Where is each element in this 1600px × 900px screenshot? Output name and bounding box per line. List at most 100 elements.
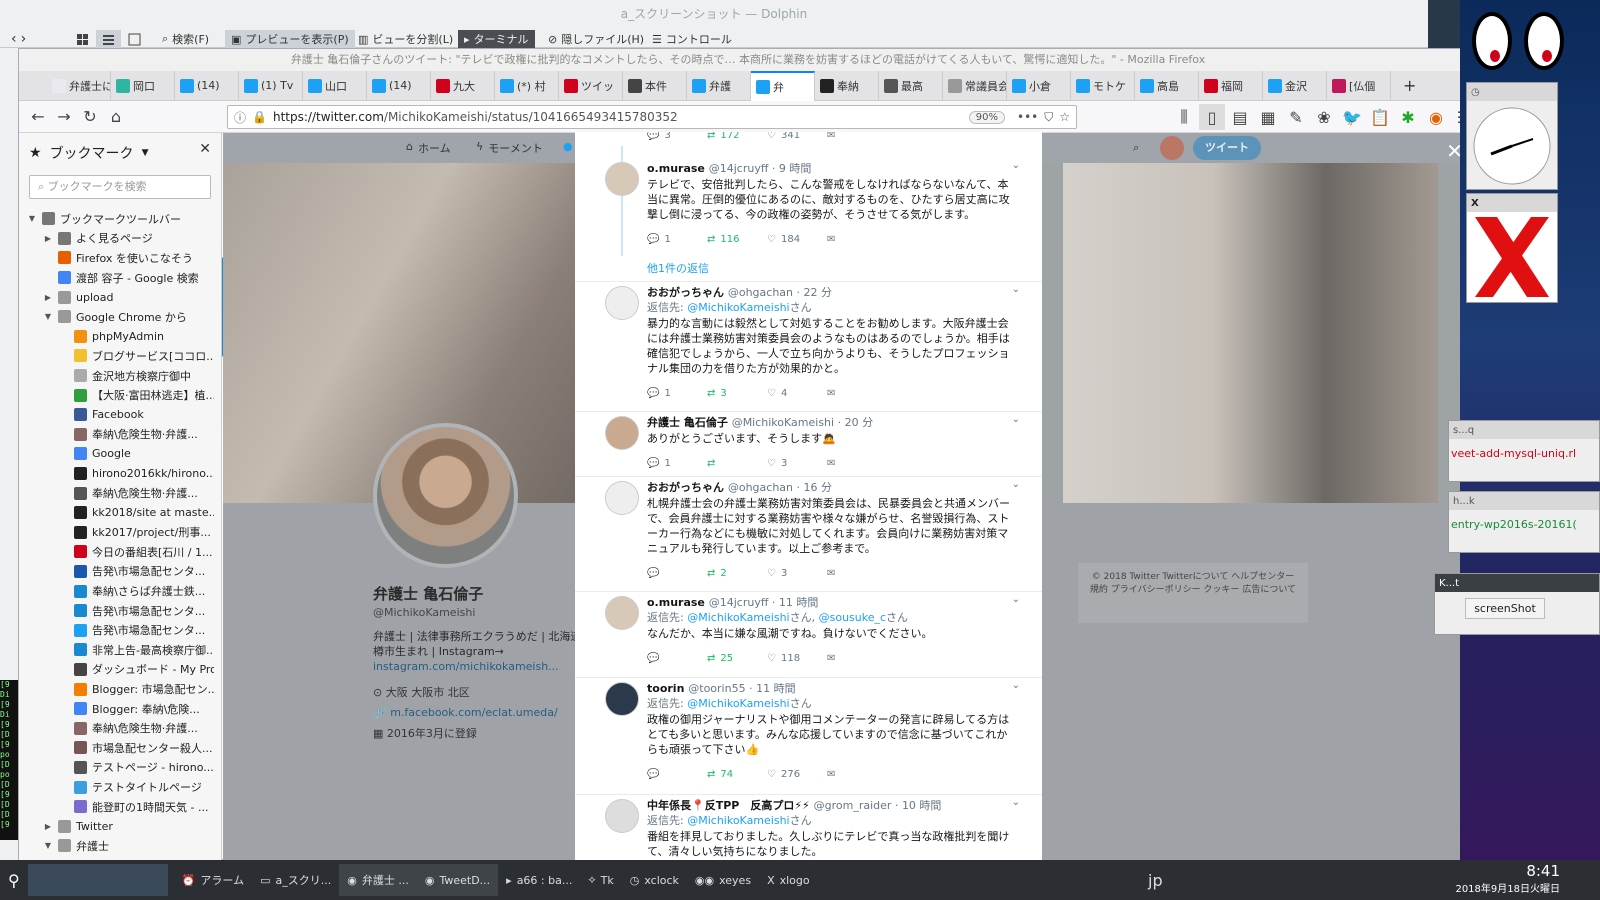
taskbar-item[interactable]: ⟡ Tk	[580, 864, 621, 896]
tweet-author[interactable]: おおがっちゃん @ohgachan · 22 分	[647, 284, 832, 300]
bookmark-item[interactable]: ブログサービス[ココロ...	[19, 346, 214, 366]
tweet-avatar[interactable]	[605, 596, 639, 630]
control-button[interactable]: ☰ コントロール	[646, 30, 738, 48]
tweet-avatar[interactable]	[605, 162, 639, 196]
reply-action[interactable]: 💬	[647, 769, 707, 780]
bookmark-item[interactable]: ▼ ブックマークツールバー	[19, 209, 214, 229]
evernote-icon[interactable]: ❀	[1311, 104, 1337, 130]
xlogo-window[interactable]: X	[1466, 193, 1558, 303]
bookmark-item[interactable]: Google	[19, 444, 214, 464]
bookmark-item[interactable]: hirono2016kk/hirono...	[19, 464, 214, 484]
bookmark-item[interactable]: 告発\市場急配センタ...	[19, 601, 214, 621]
reload-button[interactable]: ↻	[77, 104, 103, 130]
chevron-down-icon[interactable]: ⌄	[1012, 797, 1020, 808]
browser-tab[interactable]: 金沢	[1263, 70, 1327, 101]
reply-action[interactable]: 💬 3	[647, 132, 707, 141]
split-view-button[interactable]: ▥ ビューを分割(L)	[352, 30, 459, 48]
bookmark-item[interactable]: 奉納\危険生物·弁護...	[19, 483, 214, 503]
library-icon[interactable]: ⫼	[1171, 104, 1197, 130]
sidebar-toggle-icon[interactable]: ▯	[1199, 104, 1225, 130]
browser-tab[interactable]: 奉納	[815, 70, 879, 101]
back-forward-buttons[interactable]: ‹ ›	[5, 30, 32, 48]
sidebar-header[interactable]: ★ ブックマーク ▼	[29, 143, 148, 163]
tweet-author[interactable]: 弁護士 亀石倫子 @MichikoKameishi · 20 分	[647, 414, 873, 430]
chevron-down-icon[interactable]: ⌄	[1012, 160, 1020, 171]
search-button[interactable]: ⌕ 検索(F)	[156, 30, 215, 48]
view-icons-button[interactable]	[70, 30, 95, 48]
tweet[interactable]: 中年係長📍反TPP 反高プロ⚡⚡ @grom_raider · 10 時間 ⌄ 返信…	[575, 795, 1042, 860]
retweet-action[interactable]: ⇄ 74	[707, 769, 767, 780]
tweet-avatar[interactable]	[605, 481, 639, 515]
like-action[interactable]: ♡ 4	[767, 388, 827, 399]
browser-tab[interactable]: (1) Tv	[239, 70, 303, 101]
browser-tab[interactable]: 高島	[1135, 70, 1199, 101]
bookmark-item[interactable]: kk2017/project/刑事...	[19, 523, 214, 543]
bookmark-item[interactable]: 能登町の1時間天気 - ...	[19, 797, 214, 817]
bookmark-item[interactable]: 奉納\危険生物·弁護...	[19, 718, 214, 738]
chevron-down-icon[interactable]: ⌄	[1012, 414, 1020, 425]
back-button[interactable]: ←	[25, 104, 51, 130]
retweet-action[interactable]: ⇄	[707, 458, 767, 469]
retweet-action[interactable]: ⇄ 3	[707, 388, 767, 399]
bookmark-item[interactable]: ▼ 弁護士	[19, 836, 214, 856]
chevron-down-icon[interactable]: ⌄	[1012, 284, 1020, 295]
bookmark-item[interactable]: Firefox を使いこなそう	[19, 248, 214, 268]
tweet-avatar[interactable]	[605, 286, 639, 320]
user-avatar[interactable]	[1160, 136, 1184, 160]
bookmark-item[interactable]: テストページ - hirono...	[19, 758, 214, 778]
like-action[interactable]: ♡ 276	[767, 769, 827, 780]
nav-home[interactable]: ⌂ ホーム	[406, 140, 451, 156]
like-action[interactable]: ♡ 3	[767, 568, 827, 579]
taskbar-item[interactable]: ▭ a_スクリ...	[252, 864, 339, 896]
view-details-button[interactable]	[96, 30, 121, 48]
bookmark-item[interactable]: 非常上告-最高検察庁御...	[19, 640, 214, 660]
home-button[interactable]: ⌂	[103, 104, 129, 130]
browser-tab[interactable]: (14)	[367, 70, 431, 101]
chevron-down-icon[interactable]: ⌄	[1012, 594, 1020, 605]
bookmark-item[interactable]: 【大阪·富田林逃走】植...	[19, 385, 214, 405]
bookmark-item[interactable]: ▶ よく見るページ	[19, 229, 214, 249]
tweet-avatar[interactable]	[605, 416, 639, 450]
bookmark-item[interactable]: テストタイトルページ	[19, 777, 214, 797]
terminal-button[interactable]: ▸ ターミナル	[458, 30, 535, 48]
twitter-icon[interactable]: 🐦	[1339, 104, 1365, 130]
reader-icon[interactable]: ▤	[1227, 104, 1253, 130]
dm-action[interactable]: ✉	[827, 132, 887, 141]
hidden-files-button[interactable]: ⊘ 隠しファイル(H)	[542, 30, 650, 48]
tweet-author[interactable]: 中年係長📍反TPP 反高プロ⚡⚡ @grom_raider · 10 時間	[647, 797, 941, 813]
xeyes-window[interactable]	[1468, 12, 1598, 72]
browser-tab[interactable]: 最高	[879, 70, 943, 101]
browser-tab[interactable]: 本件	[623, 70, 687, 101]
retweet-action[interactable]: ⇄ 116	[707, 234, 767, 245]
forward-button[interactable]: →	[51, 104, 77, 130]
browser-tab[interactable]: [仏個	[1327, 70, 1391, 101]
browser-tab[interactable]: (14)	[175, 70, 239, 101]
bookmark-item[interactable]: 告発\市場急配センタ...	[19, 620, 214, 640]
taskbar-item[interactable]: ▸ a66 : ba...	[498, 864, 580, 896]
browser-tab[interactable]: 常議員会	[943, 70, 1007, 101]
browser-tab[interactable]: 弁護士に	[47, 70, 111, 101]
like-action[interactable]: ♡ 3	[767, 458, 827, 469]
language-indicator[interactable]: jp	[1140, 864, 1171, 896]
taskbar-item[interactable]: ◉ TweetD...	[416, 864, 499, 896]
taskbar-item[interactable]: ◉◉ xeyes	[687, 864, 759, 896]
bookmark-star-icon[interactable]: ☆	[1059, 110, 1070, 124]
bookmark-item[interactable]: ▼ Google Chrome から	[19, 307, 214, 327]
dm-action[interactable]: ✉	[827, 234, 887, 245]
chevron-down-icon[interactable]: ⌄	[1012, 680, 1020, 691]
tweet[interactable]: おおがっちゃん @ohgachan · 22 分 ⌄ 返信先: @MichikoKa…	[575, 282, 1042, 412]
window-1[interactable]: s...q veet-add-mysql-uniq.rl	[1448, 420, 1600, 482]
tweet[interactable]: 弁護士 亀石倫子 @MichikoKameishi · 20 分 ⌄ ありがとうござ…	[575, 412, 1042, 477]
sidebar-close-button[interactable]: ✕	[199, 141, 211, 157]
tweet-author[interactable]: o.murase @14jcruyff · 9 時間	[647, 160, 811, 176]
window-2[interactable]: h...k entry-wp2016s-20161(	[1448, 491, 1600, 553]
pager[interactable]	[27, 864, 168, 896]
tweet-author[interactable]: o.murase @14jcruyff · 11 時間	[647, 594, 818, 610]
xclock-window[interactable]: ◷	[1466, 82, 1558, 190]
browser-tab[interactable]: 弁	[751, 70, 815, 101]
start-menu-icon[interactable]: ⚲	[0, 864, 28, 896]
dm-action[interactable]: ✉	[827, 568, 887, 579]
pocket-icon[interactable]: ⛉	[1044, 110, 1053, 125]
browser-tab[interactable]: モトケ	[1071, 70, 1135, 101]
search-icon[interactable]: ⌕	[1133, 141, 1139, 155]
